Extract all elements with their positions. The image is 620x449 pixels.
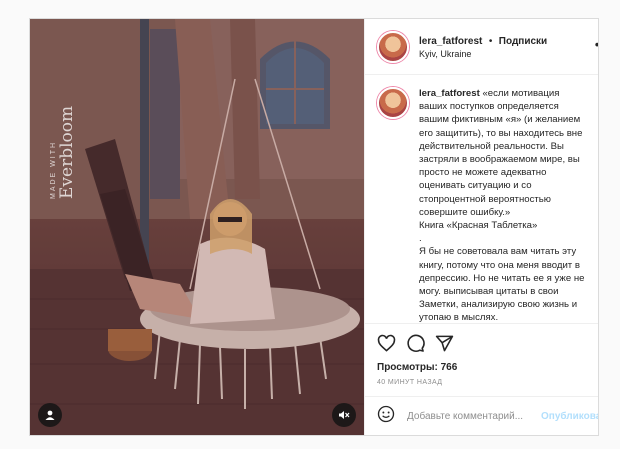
watermark-made-with: MADE WITH [50, 140, 57, 199]
comment-input[interactable] [405, 409, 541, 423]
caption-area: lera_fatforest «если мотивация ваших пос… [365, 75, 598, 323]
post-timestamp[interactable]: 40 минут назад [377, 379, 598, 396]
post-photo [30, 19, 364, 435]
more-horizontal-icon: ••• [595, 36, 598, 52]
caption-avatar[interactable] [377, 87, 409, 119]
views-number: 766 [440, 362, 458, 373]
mute-button[interactable] [332, 403, 356, 427]
watermark: MADE WITH Everbloom [50, 106, 77, 199]
emoji-button[interactable] [377, 405, 395, 428]
user-tag-button[interactable] [38, 403, 62, 427]
post-comment-button[interactable]: Опубликовать [541, 411, 598, 422]
post-side-panel: lera_fatforest • Подписки Kyiv, Ukraine … [364, 19, 599, 435]
speaker-muted-icon [339, 411, 350, 419]
views-label: Просмотры: [377, 362, 438, 373]
caption-username[interactable]: lera_fatforest [419, 88, 480, 99]
more-options-button[interactable]: ••• [595, 36, 598, 52]
comment-icon [407, 334, 425, 352]
post-modal: MADE WITH Everbloom lera_fatforest • Под… [29, 18, 599, 436]
comment-form: Опубликовать [365, 396, 598, 435]
heart-icon [377, 334, 396, 352]
post-media[interactable]: MADE WITH Everbloom [30, 19, 364, 435]
save-button[interactable] [595, 334, 599, 353]
caption: lera_fatforest «если мотивация ваших пос… [419, 87, 595, 323]
share-icon [435, 335, 454, 351]
user-tag-icon [45, 410, 55, 420]
separator-dot: • [488, 35, 493, 47]
location-link[interactable]: Kyiv, Ukraine [419, 48, 547, 61]
like-button[interactable] [377, 334, 396, 353]
post-actions: Просмотры: 766 40 минут назад [365, 323, 599, 396]
share-button[interactable] [435, 334, 454, 353]
caption-text: «если мотивация ваших поступков определя… [419, 88, 585, 323]
watermark-brand: Everbloom [57, 105, 77, 199]
comment-button[interactable] [406, 334, 425, 353]
emoji-icon [377, 405, 395, 422]
following-button[interactable]: Подписки [499, 36, 547, 47]
bookmark-icon [595, 334, 599, 353]
username-link[interactable]: lera_fatforest [419, 36, 482, 47]
post-header-meta: lera_fatforest • Подписки Kyiv, Ukraine [419, 33, 547, 61]
post-header: lera_fatforest • Подписки Kyiv, Ukraine … [365, 19, 598, 75]
avatar[interactable] [377, 30, 409, 63]
views-count[interactable]: Просмотры: 766 [377, 362, 598, 373]
action-icons [377, 332, 599, 354]
